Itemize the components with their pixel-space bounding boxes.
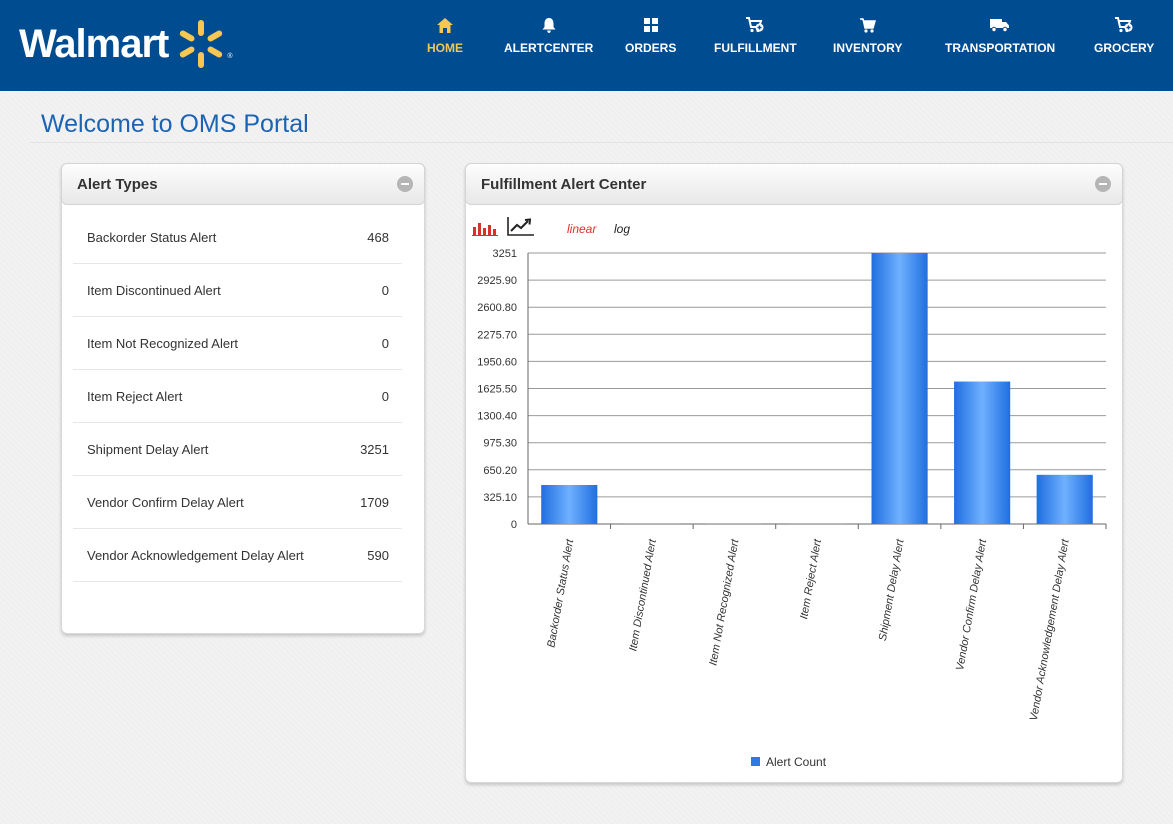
nav-grocery-label: GROCERY — [1094, 41, 1155, 55]
x-tick-label: Vendor Confirm Delay Alert — [954, 538, 989, 672]
alert-label: Item Reject Alert — [87, 388, 183, 404]
alert-row[interactable]: Item Reject Alert 0 — [73, 370, 402, 423]
cart-add-icon — [746, 16, 764, 34]
alert-row[interactable]: Vendor Confirm Delay Alert 1709 — [73, 476, 402, 529]
alert-row[interactable]: Item Not Recognized Alert 0 — [73, 317, 402, 370]
scale-log-option[interactable]: log — [614, 222, 630, 236]
scale-linear-option[interactable]: linear — [567, 222, 596, 236]
y-tick-label: 3251 — [493, 248, 517, 260]
y-tick-label: 2275.70 — [477, 329, 517, 341]
home-icon — [437, 16, 453, 34]
y-tick-label: 0 — [511, 519, 517, 531]
y-tick-label: 1625.50 — [477, 384, 517, 396]
bar[interactable] — [871, 253, 928, 524]
bar[interactable] — [623, 523, 680, 524]
nav-transportation-label: TRANSPORTATION — [945, 41, 1056, 55]
x-tick-label: Shipment Delay Alert — [877, 538, 907, 642]
truck-icon — [990, 16, 1010, 34]
alert-row[interactable]: Backorder Status Alert 468 — [73, 211, 402, 264]
bell-icon — [542, 16, 556, 34]
nav-inventory[interactable]: INVENTORY — [833, 16, 902, 60]
y-tick-label: 325.10 — [483, 492, 517, 504]
walmart-logo[interactable]: Walmart ® — [19, 18, 233, 70]
fulfillment-header: Fulfillment Alert Center — [465, 163, 1123, 205]
legend-swatch — [751, 757, 760, 766]
nav-orders[interactable]: ORDERS — [625, 16, 676, 60]
alert-label: Vendor Confirm Delay Alert — [87, 494, 244, 510]
nav-transportation[interactable]: TRANSPORTATION — [945, 16, 1055, 60]
bar[interactable] — [954, 381, 1011, 524]
alert-count: 590 — [367, 547, 389, 563]
alert-label: Backorder Status Alert — [87, 229, 217, 245]
alert-types-title: Alert Types — [77, 175, 158, 193]
legend-label[interactable]: Alert Count — [766, 755, 826, 769]
alert-count: 1709 — [360, 494, 389, 510]
y-tick-label: 975.30 — [483, 438, 517, 450]
alert-row[interactable]: Vendor Acknowledgement Delay Alert 590 — [73, 529, 402, 582]
y-tick-label: 1300.40 — [477, 411, 517, 423]
line-chart-icon[interactable] — [507, 216, 535, 241]
alert-label: Item Discontinued Alert — [87, 282, 221, 298]
cart-icon — [859, 16, 876, 34]
nav-grocery[interactable]: GROCERY — [1094, 16, 1154, 60]
x-tick-label: Item Not Recognized Alert — [707, 538, 741, 667]
y-tick-label: 2925.90 — [477, 275, 517, 287]
title-divider — [30, 142, 1173, 143]
alert-label: Vendor Acknowledgement Delay Alert — [87, 547, 304, 563]
x-tick-label: Vendor Acknowledgement Delay Alert — [1028, 538, 1072, 722]
brand-name: Walmart — [19, 22, 169, 66]
alert-count-chart: 0 325.10 650.20 975.30 1300.40 1625.50 1950.60… — [477, 248, 1107, 722]
nav-inventory-label: INVENTORY — [833, 41, 903, 55]
nav-fulfillment-label: FULFILLMENT — [714, 41, 797, 55]
nav-home-label: HOME — [427, 41, 463, 55]
bar-chart-icon[interactable] — [472, 218, 498, 241]
alert-row[interactable]: Item Discontinued Alert 0 — [73, 264, 402, 317]
alert-count: 0 — [381, 282, 389, 298]
x-tick-label: Backorder Status Alert — [545, 538, 576, 649]
nav-orders-label: ORDERS — [625, 41, 677, 55]
nav-fulfillment[interactable]: FULFILLMENT — [714, 16, 797, 60]
registered-mark-icon: ® — [227, 53, 233, 60]
alert-label: Item Not Recognized Alert — [87, 335, 239, 351]
y-tick-label: 650.20 — [483, 465, 517, 477]
x-tick-label: Item Reject Alert — [798, 538, 824, 621]
nav-home[interactable]: HOME — [427, 16, 463, 60]
nav-alertcenter-label: ALERTCENTER — [504, 41, 594, 55]
alert-types-header: Alert Types — [61, 163, 425, 205]
alert-count: 3251 — [360, 441, 389, 457]
page-title: Welcome to OMS Portal — [41, 110, 309, 138]
collapse-icon[interactable] — [1095, 176, 1111, 192]
grid-icon — [643, 16, 658, 34]
bar[interactable] — [788, 523, 846, 524]
x-tick-label: Item Discontinued Alert — [627, 538, 659, 653]
nav-alertcenter[interactable]: ALERTCENTER — [504, 16, 593, 60]
y-tick-label: 2600.80 — [477, 302, 517, 314]
bar[interactable] — [1036, 474, 1093, 524]
bar[interactable] — [541, 484, 598, 524]
bar[interactable] — [706, 523, 763, 524]
y-tick-label: 1950.60 — [477, 356, 517, 368]
fulfillment-title: Fulfillment Alert Center — [481, 175, 647, 193]
cart-add-icon — [1115, 16, 1133, 34]
alert-row[interactable]: Shipment Delay Alert 3251 — [73, 423, 402, 476]
top-nav-bar: Walmart ® HOME ALERTCENTER ORDERS FULFIL… — [0, 0, 1173, 91]
alert-count: 0 — [381, 335, 389, 351]
alert-count: 468 — [367, 229, 389, 245]
collapse-icon[interactable] — [397, 176, 413, 192]
alert-count: 0 — [381, 388, 389, 404]
alert-label: Shipment Delay Alert — [87, 441, 209, 457]
spark-icon — [180, 20, 223, 68]
